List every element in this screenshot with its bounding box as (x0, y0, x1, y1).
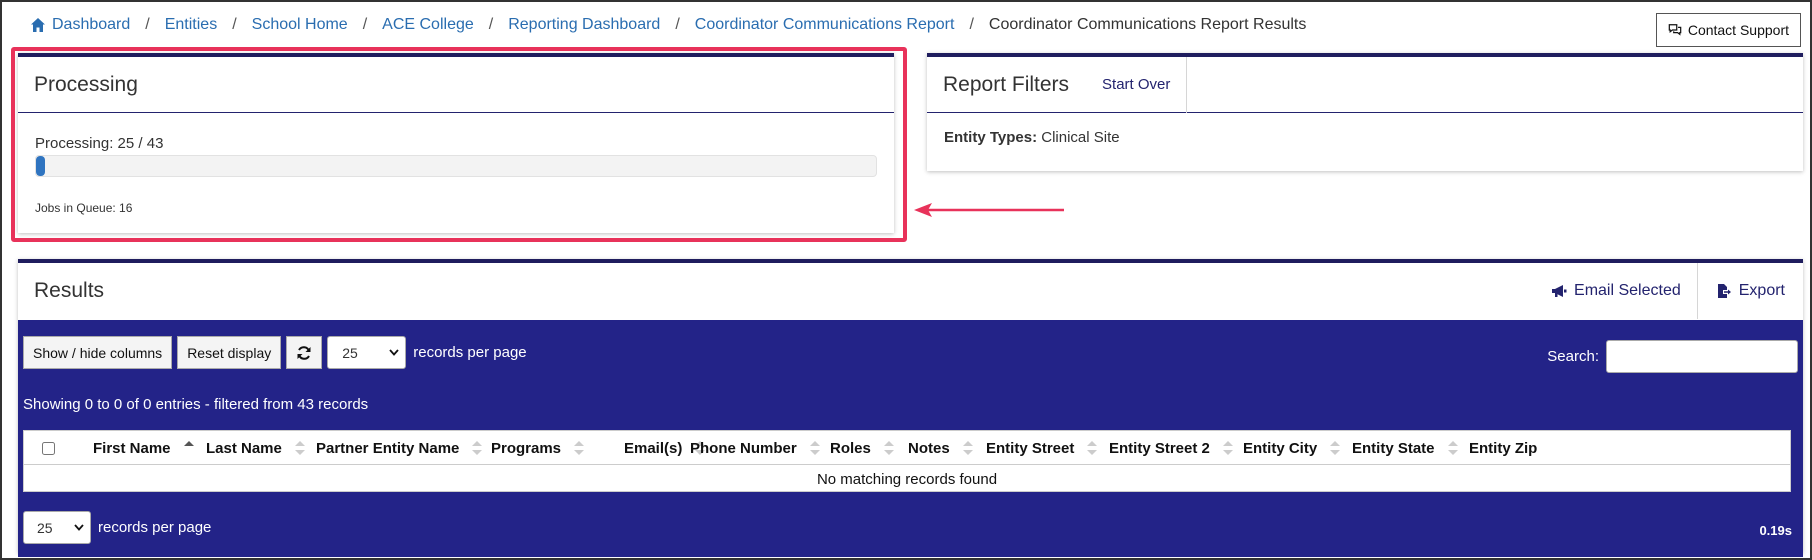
column-notes[interactable]: Notes (908, 431, 974, 465)
email-selected-label: Email Selected (1574, 282, 1681, 299)
annotation-arrow-icon (914, 203, 1064, 217)
table-info: Showing 0 to 0 of 0 entries - filtered f… (23, 396, 369, 413)
query-timing: 0.19s (1759, 523, 1792, 538)
reset-display-button[interactable]: Reset display (177, 336, 282, 369)
chat-icon (1668, 24, 1682, 36)
report-filters-title: Report Filters (943, 72, 1070, 96)
column-partner-entity-name[interactable]: Partner Entity Name (316, 431, 483, 465)
email-selected-button[interactable]: Email Selected (1535, 263, 1698, 319)
breadcrumb-separator: / (145, 16, 150, 33)
table-header-row: First Name Last Name Partner Entity Name… (24, 431, 1790, 465)
refresh-icon (297, 345, 311, 360)
breadcrumb-separator: / (488, 16, 494, 33)
breadcrumb-coordinator-report[interactable]: Coordinator Communications Report (695, 16, 955, 34)
sort-icon (1330, 441, 1341, 455)
sort-asc-icon (183, 441, 194, 446)
datatable-container: Show / hide columns Reset display 25 rec… (18, 320, 1803, 557)
column-programs[interactable]: Programs (491, 431, 585, 465)
sort-icon (809, 441, 820, 455)
breadcrumb-separator: / (969, 16, 974, 33)
records-per-page-value: 25 (342, 344, 358, 361)
breadcrumb-separator: / (675, 16, 680, 33)
show-hide-columns-button[interactable]: Show / hide columns (23, 336, 173, 369)
column-phone-number[interactable]: Phone Number (690, 431, 821, 465)
entity-types-label: Entity Types: (944, 129, 1038, 146)
column-entity-street-2[interactable]: Entity Street 2 (1109, 431, 1234, 465)
file-export-icon (1717, 284, 1731, 298)
breadcrumb-school-home[interactable]: School Home (252, 16, 348, 34)
records-per-page-label: records per page (413, 344, 527, 361)
chevron-down-icon (74, 524, 84, 531)
column-roles[interactable]: Roles (830, 431, 895, 465)
search-label: Search: (1547, 348, 1599, 365)
start-over-link[interactable]: Start Over (1069, 56, 1188, 113)
empty-table-message: No matching records found (816, 470, 998, 488)
search-input[interactable] (1606, 340, 1798, 373)
column-last-name[interactable]: Last Name (206, 431, 306, 465)
column-entity-state[interactable]: Entity State (1352, 431, 1459, 465)
export-label: Export (1738, 282, 1785, 299)
sort-icon (1087, 441, 1098, 455)
column-entity-city[interactable]: Entity City (1243, 431, 1341, 465)
records-per-page-value: 25 (37, 519, 53, 536)
filter-summary: Entity Types: Clinical Site (927, 113, 1803, 162)
entity-types-value: Clinical Site (1041, 129, 1120, 146)
highlight-annotation (11, 47, 907, 242)
records-per-page-select-bottom[interactable]: 25 (23, 511, 91, 544)
breadcrumb: Dashboard / Entities / School Home / ACE… (30, 16, 1306, 34)
sort-icon (883, 441, 894, 455)
contact-support-label: Contact Support (1687, 22, 1789, 38)
contact-support-button[interactable]: Contact Support (1655, 13, 1801, 47)
breadcrumb-entities[interactable]: Entities (165, 16, 217, 34)
breadcrumb-current: Coordinator Communications Report Result… (988, 16, 1307, 33)
home-icon (31, 18, 45, 32)
records-per-page-select[interactable]: 25 (327, 336, 407, 369)
breadcrumb-separator: / (362, 16, 368, 33)
megaphone-icon (1552, 285, 1567, 297)
sort-icon (472, 441, 483, 455)
sort-icon (294, 441, 305, 455)
column-entity-street[interactable]: Entity Street (986, 431, 1098, 465)
sort-icon (1222, 441, 1233, 455)
chevron-down-icon (389, 349, 399, 356)
records-per-page-label: records per page (98, 519, 212, 536)
select-all-checkbox[interactable] (42, 441, 55, 455)
breadcrumb-ace-college[interactable]: ACE College (382, 16, 474, 34)
refresh-button[interactable] (286, 336, 323, 369)
column-first-name[interactable]: First Name (93, 431, 195, 465)
report-filters-panel: Report Filters Start Over Entity Types: … (927, 53, 1803, 171)
results-panel: Results Email Selected Export Show / hid… (18, 259, 1803, 557)
breadcrumb-separator: / (232, 16, 237, 33)
results-title: Results (34, 279, 105, 302)
sort-icon (574, 441, 585, 455)
sort-icon (1447, 441, 1458, 455)
export-button[interactable]: Export (1698, 282, 1803, 300)
breadcrumb-reporting-dashboard[interactable]: Reporting Dashboard (508, 16, 660, 34)
breadcrumb-dashboard[interactable]: Dashboard (52, 16, 130, 34)
results-table: First Name Last Name Partner Entity Name… (23, 430, 1791, 492)
column-entity-zip[interactable]: Entity Zip (1469, 431, 1537, 465)
sort-icon (962, 441, 973, 455)
